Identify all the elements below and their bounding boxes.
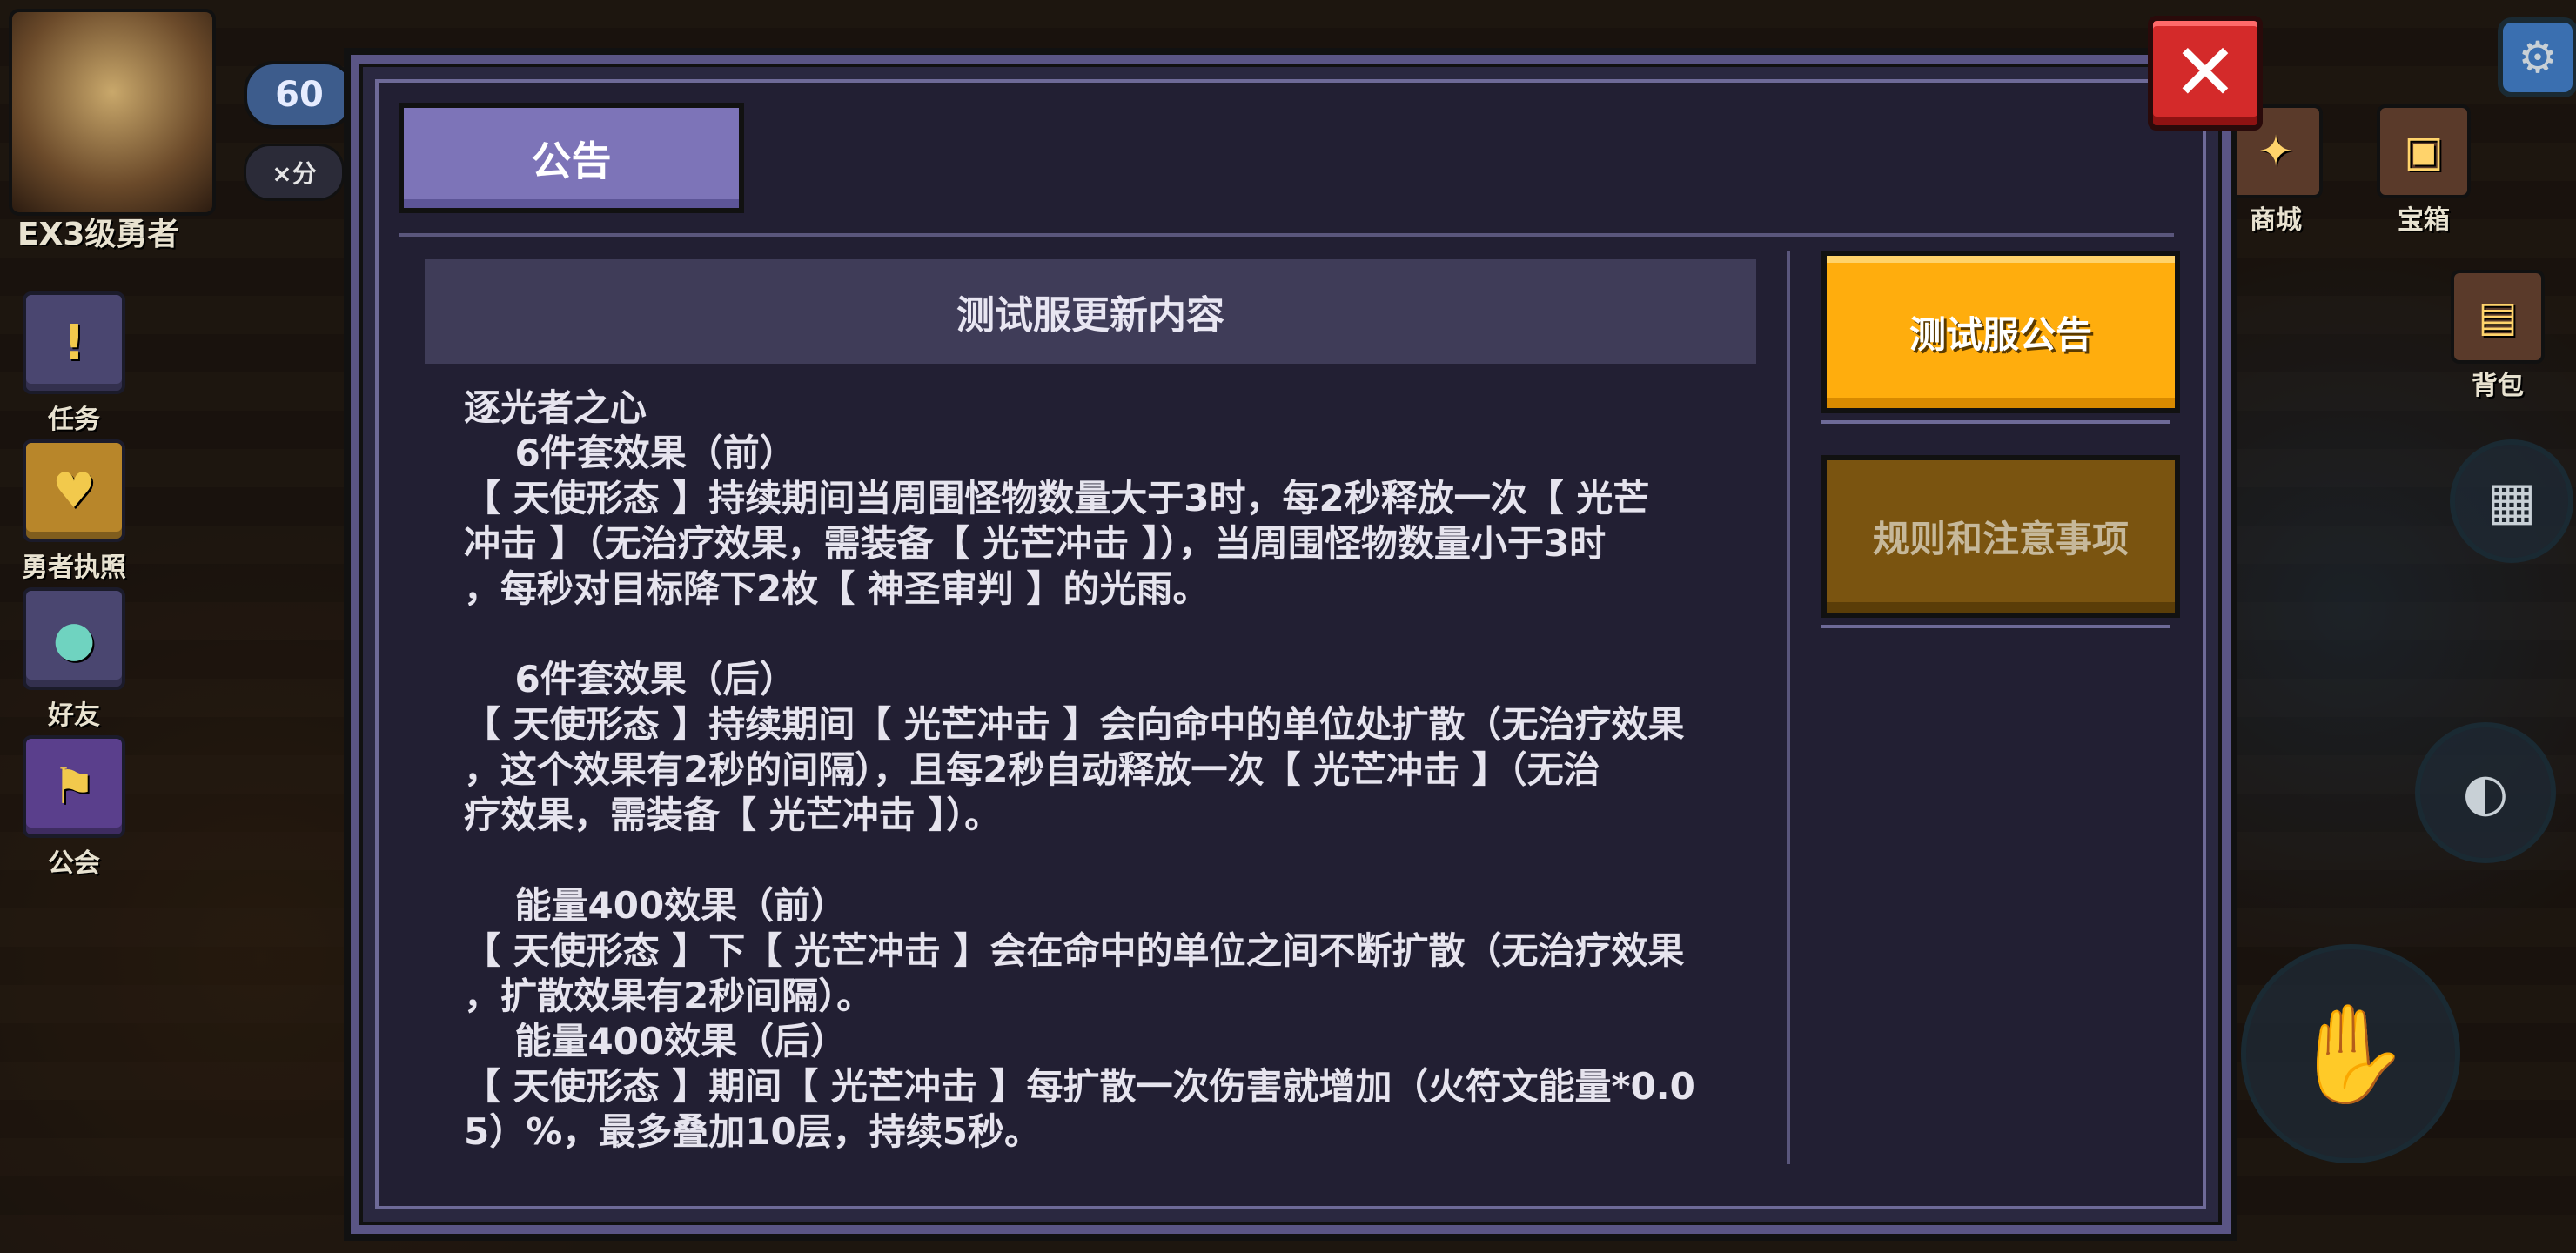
guild-banner-icon: ⚑ xyxy=(23,735,125,838)
backpack-label: 背包 xyxy=(2472,371,2524,401)
guild-button[interactable]: ⚑ 公会 xyxy=(17,735,131,880)
player-avatar[interactable] xyxy=(9,9,216,216)
skill-button[interactable]: ◐ xyxy=(2415,722,2556,863)
content-header: 测试服更新内容 xyxy=(425,259,1756,364)
close-icon: ✕ xyxy=(2172,27,2238,118)
announcement-tab[interactable]: 公告 xyxy=(399,103,744,213)
exclamation-icon: ! xyxy=(23,291,125,394)
side-divider xyxy=(1821,625,2170,628)
chest-button[interactable]: ▣ 宝箱 xyxy=(2371,104,2476,237)
chest-icon: ▣ xyxy=(2377,104,2471,198)
friend-icon: ● xyxy=(23,587,125,690)
attack-button[interactable]: ✋ xyxy=(2241,944,2460,1163)
backpack-button[interactable]: ▤ 背包 xyxy=(2445,270,2550,402)
hero-license-label: 勇者执照 xyxy=(22,553,126,583)
friends-button[interactable]: ● 好友 xyxy=(17,587,131,732)
score-badge: ×分 xyxy=(244,144,345,201)
test-server-notice-button[interactable]: 测试服公告 xyxy=(1821,251,2180,413)
badge-icon: ♥ xyxy=(23,439,125,542)
shop-label: 商城 xyxy=(2250,205,2302,236)
rules-button[interactable]: 规则和注意事项 xyxy=(1821,455,2180,618)
level-badge: 60 xyxy=(244,61,355,129)
hero-license-button[interactable]: ♥ 勇者执照 xyxy=(17,439,131,584)
close-button[interactable]: ✕ xyxy=(2148,16,2263,131)
quest-label: 任务 xyxy=(48,405,100,435)
player-rank-label: EX3级勇者 xyxy=(17,217,179,252)
quest-button[interactable]: ! 任务 xyxy=(17,291,131,436)
side-divider xyxy=(1821,420,2170,424)
backpack-icon: ▤ xyxy=(2451,270,2545,364)
announcement-body[interactable]: 逐光者之心 6件套效果（前） 【 天使形态 】持续期间当周围怪物数量大于3时，每… xyxy=(464,385,1761,1212)
title-divider xyxy=(399,233,2174,237)
friends-label: 好友 xyxy=(48,700,100,731)
grid-menu-icon[interactable]: ▦ xyxy=(2450,439,2573,563)
chest-label: 宝箱 xyxy=(2398,205,2450,236)
content-divider xyxy=(1787,251,1790,1164)
gear-icon[interactable]: ⚙ xyxy=(2498,17,2576,97)
announcement-modal: 公告 测试服更新内容 逐光者之心 6件套效果（前） 【 天使形态 】持续期间当周… xyxy=(344,48,2237,1241)
guild-label: 公会 xyxy=(48,848,100,879)
